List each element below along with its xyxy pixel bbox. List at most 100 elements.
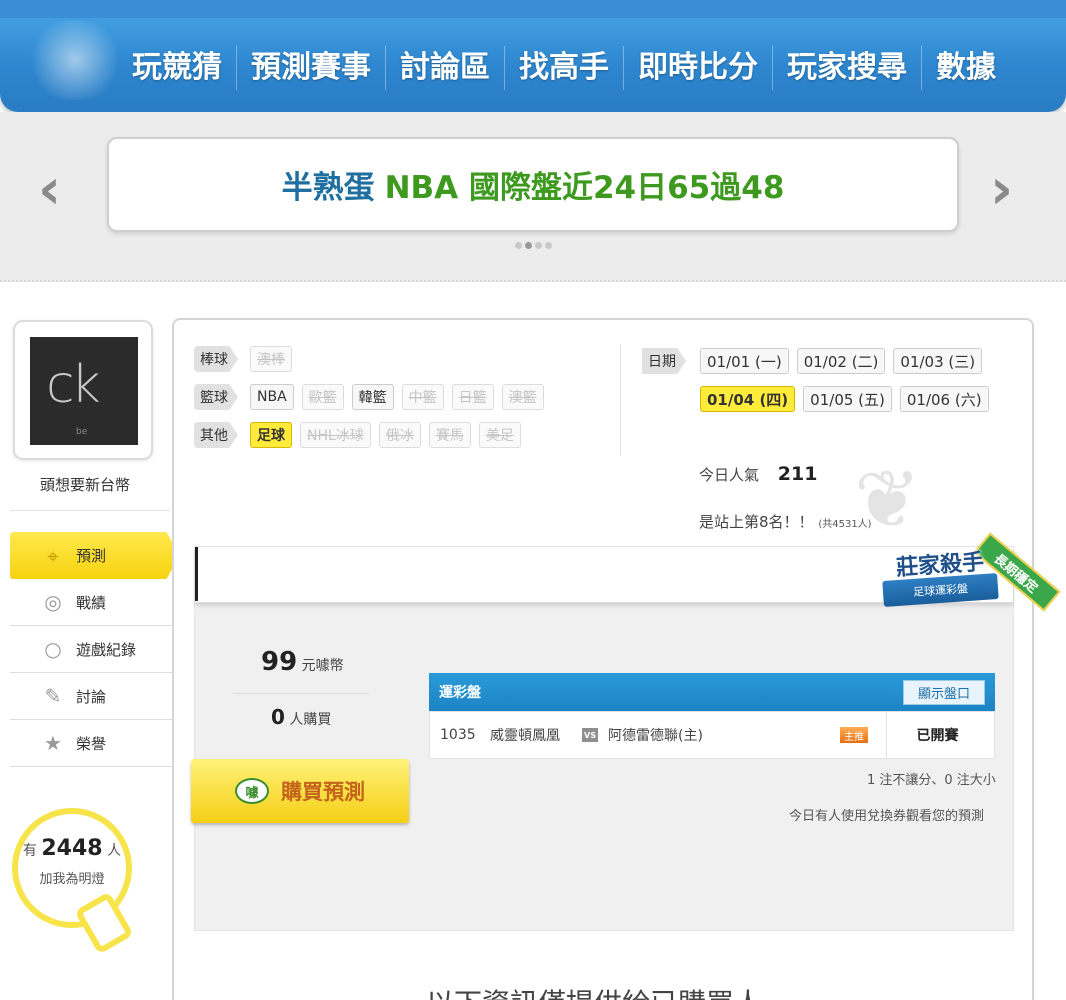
date-chip[interactable]: 01/01 (一) [700, 348, 789, 374]
menu-item-game-log[interactable]: ○ 遊戲紀錄 [10, 626, 172, 673]
filter-chip: 歐籃 [301, 384, 344, 410]
fans-prefix: 有 [22, 843, 37, 859]
avatar-logo-text: ck [46, 355, 101, 415]
menu-item-label: 榮譽 [76, 734, 107, 753]
filter-row-other: 其他 足球 NHL冰球 俄冰 賽馬 美足 [194, 416, 552, 454]
price: 99 元噱幣 [261, 647, 344, 677]
price-value: 99 [261, 647, 298, 677]
chevron-left-icon[interactable]: ‹ [38, 160, 61, 220]
vs-icon: VS [582, 728, 598, 742]
show-odds-button[interactable]: 顯示盤口 [902, 679, 985, 705]
filter-chip[interactable]: NBA [250, 384, 294, 410]
top-strip [0, 0, 1066, 18]
filter-chip: 日籃 [451, 384, 494, 410]
filter-chip: 中籃 [401, 384, 444, 410]
carousel-dot[interactable] [545, 242, 552, 249]
popularity-label: 今日人氣 [699, 466, 760, 484]
nav-item-livescore[interactable]: 即時比分 [623, 46, 772, 90]
filter-chip: NHL冰球 [300, 422, 371, 448]
nav-item-player-search[interactable]: 玩家搜尋 [772, 46, 921, 90]
menu-item-predict[interactable]: ⌖ 預測 [10, 532, 180, 579]
popularity-value: 211 [777, 463, 818, 485]
menu-item-record[interactable]: ◎ 戰績 [10, 579, 172, 626]
banner-highlight: 半熟蛋 [281, 170, 375, 206]
date-row: 日期 01/01 (一) 01/02 (二) 01/03 (三) [642, 342, 997, 380]
voucher-notice: 今日有人使用兌換券觀看您的預測 [789, 809, 985, 824]
avatar[interactable]: ck be [30, 337, 138, 445]
table-row: 1035 威靈頓鳳凰 VS 阿德雷德聯(主) 主推 已開賽 [429, 711, 995, 759]
date-chip-selected[interactable]: 01/04 (四) [700, 386, 796, 412]
menu-item-discuss[interactable]: ✎ 討論 [10, 673, 172, 720]
chevron-right-icon[interactable]: › [990, 160, 1013, 220]
odds-table: 運彩盤 顯示盤口 1035 威靈頓鳳凰 VS 阿德雷德聯(主) 主推 已開賽 [429, 673, 995, 759]
page: { "nav": { "items": ["玩競猜","預測賽事","討論區",… [0, 0, 1066, 1000]
purchaser-notice: 以下資訊僅提供給已購買人 [426, 982, 762, 1000]
rank-label: 是站上第8名！！ [699, 513, 814, 531]
rank-text: 是站上第8名！！ (共4531人) [699, 511, 872, 532]
filter-chip: 美足 [478, 422, 521, 448]
buy-prediction-button[interactable]: 噱 購買預測 [191, 759, 409, 823]
fans-count: 2448 [41, 836, 103, 861]
fans-suffix: 人 [107, 843, 122, 859]
filter-chip: 賽馬 [428, 422, 471, 448]
username: 頭想要新台幣 [39, 476, 130, 494]
table-header: 運彩盤 顯示盤口 [429, 673, 995, 711]
text-cursor [195, 547, 198, 601]
side-menu: ⌖ 預測 ◎ 戰績 ○ 遊戲紀錄 ✎ 討論 ★ 榮譽 [10, 532, 180, 767]
carousel-dot[interactable] [515, 242, 522, 249]
prediction-panel: 長期穩定 莊家殺手 足球運彩盤 99 元噱幣 0 人購買 噱 購買預測 運彩盤 … [191, 532, 1061, 931]
filter-chip: 澳棒 [250, 346, 292, 372]
menu-item-honor[interactable]: ★ 榮譽 [10, 720, 172, 767]
price-unit: 元噱幣 [301, 658, 344, 674]
divider [233, 693, 369, 694]
date-label: 日期 [642, 348, 686, 374]
carousel-dot-active[interactable] [525, 242, 532, 249]
date-chip[interactable]: 01/03 (三) [893, 348, 983, 374]
away-team: 阿德雷德聯(主) [608, 728, 703, 744]
date-row: 01/04 (四) 01/05 (五) 01/06 (六) [642, 380, 997, 418]
filter-chip[interactable]: 韓籃 [351, 384, 394, 410]
carousel-dot[interactable] [535, 242, 542, 249]
rank-total: (共4531人) [818, 519, 872, 530]
killer-badge: 長期穩定 莊家殺手 足球運彩盤 [882, 532, 1061, 635]
date-picker: 日期 01/01 (一) 01/02 (二) 01/03 (三) 01/04 (… [642, 342, 997, 418]
filter-label: 棒球 [194, 346, 238, 372]
filter-label: 其他 [194, 422, 238, 448]
buy-label: 購買預測 [281, 780, 365, 804]
home-team: 威靈頓鳳凰 [490, 728, 560, 744]
bet-summary: 1 注不讓分、0 注大小 [867, 773, 996, 788]
main-content: 棒球 澳棒 籃球 NBA 歐籃 韓籃 中籃 日籃 澳籃 其他 足球 NHL冰球 … [172, 318, 1061, 1000]
date-chip[interactable]: 01/06 (六) [899, 386, 989, 412]
nav-item-predict[interactable]: 預測賽事 [236, 46, 385, 90]
medal-icon: ★ [44, 731, 62, 755]
fans-count-line: 有 2448 人 [18, 836, 126, 861]
popularity: 今日人氣 211 [699, 463, 817, 485]
game-id: 1035 [440, 727, 476, 743]
nav-item-forum[interactable]: 討論區 [385, 46, 504, 90]
menu-item-label: 遊戲紀錄 [76, 640, 137, 659]
crosshair-icon: ⌖ [47, 543, 59, 568]
main-pick-tag: 主推 [840, 727, 868, 743]
banner-carousel: ‹ 半熟蛋 NBA 國際盤近24日65過48 › [0, 112, 1066, 282]
banner-box[interactable]: 半熟蛋 NBA 國際盤近24日65過48 [107, 137, 959, 232]
filter-chip-selected[interactable]: 足球 [250, 422, 292, 448]
nav-item-data[interactable]: 數據 [921, 46, 1010, 90]
nav-item-experts[interactable]: 找高手 [504, 46, 623, 90]
date-chip[interactable]: 01/05 (五) [803, 386, 892, 412]
carousel-dots [515, 242, 552, 249]
game-status: 已開賽 [886, 711, 988, 759]
filter-label: 籃球 [194, 384, 238, 410]
spiral-icon: ◎ [44, 590, 62, 614]
logo-sparkle [20, 20, 130, 100]
divider [620, 344, 621, 456]
menu-item-label: 戰績 [76, 593, 107, 612]
nav-item-play[interactable]: 玩競猜 [118, 46, 236, 90]
sport-filters: 棒球 澳棒 籃球 NBA 歐籃 韓籃 中籃 日籃 澳籃 其他 足球 NHL冰球 … [194, 340, 552, 454]
top-nav: 玩競猜 預測賽事 討論區 找高手 即時比分 玩家搜尋 數據 [0, 0, 1066, 112]
circle-icon: ○ [44, 637, 62, 661]
pen-icon: ✎ [44, 684, 62, 708]
date-chip[interactable]: 01/02 (二) [796, 348, 886, 374]
buyers-unit: 人購買 [289, 712, 332, 728]
divider [10, 510, 170, 532]
menu-item-label: 討論 [76, 687, 107, 706]
